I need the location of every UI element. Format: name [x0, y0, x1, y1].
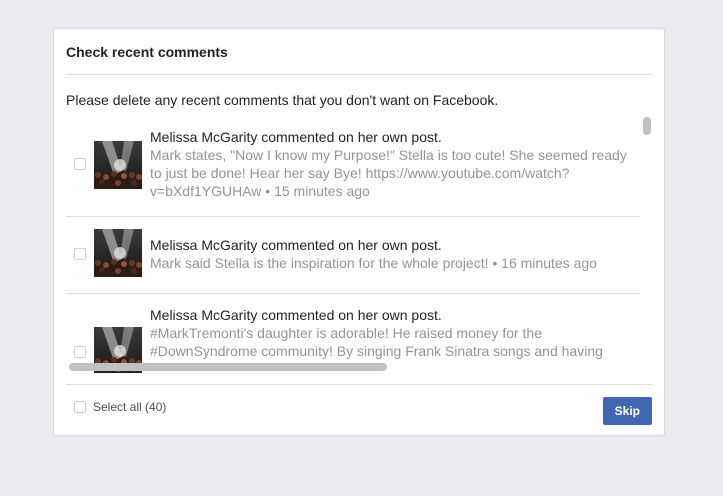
dialog-title: Check recent comments: [66, 44, 228, 60]
concert-photo-thumbnail: [94, 229, 142, 277]
select-all-label: Select all (40): [93, 400, 167, 414]
comment-heading: Melissa McGarity commented on her own po…: [150, 129, 442, 145]
skip-button[interactable]: Skip: [602, 397, 652, 425]
comment-heading: Melissa McGarity commented on her own po…: [150, 307, 442, 323]
comments-list: Melissa McGarity commented on her own po…: [66, 115, 640, 373]
comment-item: Melissa McGarity commented on her own po…: [66, 217, 640, 294]
horizontal-scrollbar-thumb[interactable]: [69, 363, 387, 371]
footer-divider: [66, 384, 652, 385]
comment-body: #MarkTremonti's daughter is adorable! He…: [150, 325, 603, 359]
vertical-scrollbar[interactable]: [640, 115, 654, 373]
comment-checkbox[interactable]: [74, 158, 86, 170]
concert-photo-thumbnail: [94, 141, 142, 189]
comment-body: Mark said Stella is the inspiration for …: [150, 255, 597, 271]
dialog-instructions: Please delete any recent comments that y…: [66, 92, 499, 108]
check-comments-dialog: Check recent comments Please delete any …: [53, 28, 665, 436]
comment-body: Mark states, "Now I know my Purpose!" St…: [150, 147, 627, 199]
dialog-header: Check recent comments: [66, 29, 652, 75]
comments-scroll-area[interactable]: Melissa McGarity commented on her own po…: [66, 115, 654, 373]
comment-heading: Melissa McGarity commented on her own po…: [150, 237, 442, 253]
horizontal-scrollbar[interactable]: [66, 361, 640, 373]
comment-checkbox[interactable]: [74, 248, 86, 260]
select-all-control[interactable]: Select all (40): [74, 400, 166, 414]
comment-item: Melissa McGarity commented on her own po…: [66, 115, 640, 217]
select-all-checkbox[interactable]: [74, 401, 86, 413]
vertical-scrollbar-thumb[interactable]: [643, 117, 651, 135]
comment-checkbox[interactable]: [74, 346, 86, 358]
